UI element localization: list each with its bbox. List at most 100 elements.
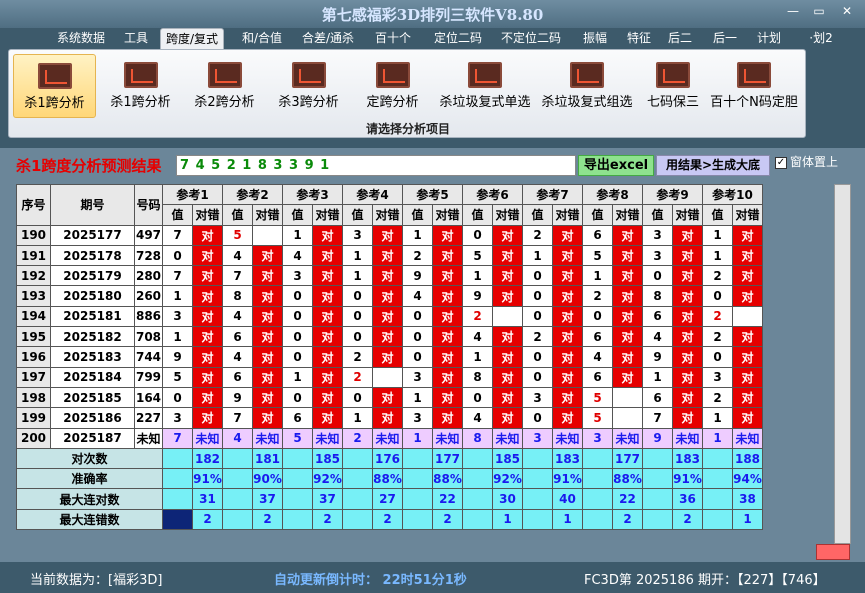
col-ref: 参考8	[582, 183, 643, 206]
col-ref: 参考4	[342, 183, 403, 206]
summary-spacer	[162, 468, 193, 490]
ribbon-button[interactable]: 杀1跨分析	[13, 54, 96, 118]
ribbon-button[interactable]: 杀1跨分析	[99, 54, 182, 118]
value-cell: 5	[162, 366, 193, 388]
summary-spacer	[222, 447, 253, 470]
value-cell: 0	[522, 305, 553, 328]
check-cell: 对	[672, 366, 703, 388]
check-cell: 对	[252, 265, 283, 287]
ribbon-button-label: 杀1跨分析	[24, 96, 85, 111]
summary-value: 27	[372, 488, 403, 510]
pending-row[interactable]: 200 2025187 未知 7 未知 4 未知 5 未知 2 未知 1 未知 8 未知 3 未知 3 未知 9 未知 1…	[16, 427, 763, 449]
menu-item[interactable]: 系统数据	[52, 28, 110, 49]
value-cell: 4	[282, 244, 313, 267]
summary-value: 2	[672, 508, 703, 531]
summary-value: 37	[312, 488, 343, 510]
table-row[interactable]: 197 2025184 799 5 对 6 对 1 对 2 3 对 8 对 0 对 6 对 1 对 3 对	[16, 366, 763, 388]
check-cell: 对	[432, 305, 463, 328]
table-row[interactable]: 190 2025177 497 7 对 5 1 对 3 对 1 对 0 对 2 对 6 对 3 对 1 对	[16, 224, 763, 246]
table-row[interactable]: 192 2025179 280 7 对 7 对 3 对 1 对 9 对 1 对 0 对 1 对 0 对 2 对	[16, 265, 763, 287]
vertical-scrollbar[interactable]	[834, 184, 851, 544]
value-cell: 1	[642, 366, 673, 388]
generate-base-button[interactable]: 用结果>生成大底	[656, 155, 770, 176]
col-value: 值	[282, 204, 313, 226]
menu-item[interactable]: 和/合值	[236, 28, 288, 49]
menu-item[interactable]: 跨度/复式	[160, 28, 224, 49]
value-cell: 0	[162, 244, 193, 267]
check-cell: 对	[312, 366, 343, 388]
check-cell: 对	[612, 305, 643, 328]
check-cell: 对	[552, 285, 583, 307]
table-row[interactable]: 191 2025178 728 0 对 4 对 4 对 1 对 2 对 5 对 1 对 5 对 3 对 1 对	[16, 244, 763, 267]
col-check: 对错	[252, 204, 283, 226]
menu-item[interactable]: 百十个	[370, 28, 416, 49]
window-title: 第七感福彩3D排列三软件V8.80	[321, 6, 544, 24]
summary-value: 91%	[552, 468, 583, 490]
minimize-icon[interactable]: —	[782, 3, 804, 19]
table-row[interactable]: 193 2025180 260 1 对 8 对 0 对 0 对 4 对 9 对 0 对 2 对 8 对 0 对	[16, 285, 763, 307]
summary-value: 1	[552, 508, 583, 531]
value-cell: 3	[642, 224, 673, 246]
table-row[interactable]: 199 2025186 227 3 对 7 对 6 对 1 对 3 对 4 对 0 对 5 7 对 1 对	[16, 407, 763, 429]
menu-item[interactable]: 计划	[752, 28, 786, 49]
ribbon-button[interactable]: 七码保三	[639, 54, 707, 118]
value-cell: 7	[642, 407, 673, 429]
table-row[interactable]: 194 2025181 886 3 对 4 对 0 对 0 对 0 对 2 0 对 0 对 6 对 2	[16, 305, 763, 328]
ribbon-button[interactable]: 定跨分析	[351, 54, 434, 118]
ribbon-button[interactable]: 百十个N码定胆	[709, 54, 799, 118]
table-row[interactable]: 196 2025183 744 9 对 4 对 0 对 2 对 0 对 1 对 0 对 4 对 9 对 0 对	[16, 346, 763, 368]
menu-item[interactable]: 特征	[620, 28, 658, 49]
summary-spacer	[282, 468, 313, 490]
checkbox-icon[interactable]: ✓	[775, 156, 787, 169]
menu-item[interactable]: 定位二码	[428, 28, 488, 49]
value-cell: 6	[222, 326, 253, 348]
value-cell: 5	[582, 386, 613, 409]
value-cell: 4	[222, 244, 253, 267]
check-cell: 未知	[432, 427, 463, 449]
value-cell: 1	[402, 386, 433, 409]
window-ontop-checkbox[interactable]: ✓ 窗体置上	[775, 155, 838, 169]
ribbon-button[interactable]: 杀2跨分析	[183, 54, 266, 118]
scroll-indicator[interactable]	[816, 544, 850, 560]
value-cell: 1	[162, 285, 193, 307]
status-bar: 当前数据为：[福彩3D] 自动更新倒计时： 22时51分1秒 FC3D第 202…	[0, 562, 865, 593]
menu-item[interactable]: 合差/通杀	[296, 28, 360, 49]
value-cell: 2	[522, 326, 553, 348]
value-cell: 7	[222, 265, 253, 287]
ribbon-button[interactable]: 杀3跨分析	[267, 54, 350, 118]
ribbon-button-label: 七码保三	[646, 95, 699, 110]
menu-item[interactable]: 工具	[118, 28, 154, 49]
summary-spacer	[402, 488, 433, 510]
value-cell: 0	[342, 386, 373, 409]
check-cell: 对	[372, 224, 403, 246]
ribbon-group-caption: 请选择分析项目	[365, 122, 450, 136]
export-excel-button[interactable]: 导出excel	[578, 155, 654, 176]
ribbon-button[interactable]: 杀垃圾复式组选	[537, 54, 637, 118]
col-ref: 参考9	[642, 183, 703, 206]
value-cell: 3	[162, 305, 193, 328]
value-cell: 4	[642, 326, 673, 348]
value-cell: 1	[282, 366, 313, 388]
code-cell: 164	[134, 386, 163, 409]
menu-item[interactable]: 后二	[664, 28, 696, 49]
table-row[interactable]: 198 2025185 164 0 对 9 对 0 对 0 对 1 对 0 对 3 对 5 6 对 2 对	[16, 386, 763, 409]
seq-cell: 200	[16, 427, 51, 449]
table-row[interactable]: 195 2025182 708 1 对 6 对 0 对 0 对 0 对 4 对 2 对 6 对 4 对 2 对	[16, 326, 763, 348]
menu-item[interactable]: 后一	[708, 28, 742, 49]
summary-value: 91%	[672, 468, 703, 490]
close-icon[interactable]: ✕	[836, 3, 858, 19]
code-cell: 708	[134, 326, 163, 348]
menu-item[interactable]: 振幅	[576, 28, 614, 49]
summary-spacer	[342, 508, 373, 531]
menu-item[interactable]: 不定位二码	[494, 28, 568, 49]
ribbon-button[interactable]: 杀垃圾复式单选	[435, 54, 535, 118]
summary-value: 176	[372, 447, 403, 470]
ontop-label: 窗体置上	[790, 155, 839, 169]
maximize-icon[interactable]: ▭	[808, 3, 830, 19]
summary-spacer	[342, 468, 373, 490]
result-values-field[interactable]: 7 4 5 2 1 8 3 3 9 1	[176, 155, 576, 176]
menu-item[interactable]: ·划2	[806, 28, 836, 49]
check-cell: 对	[552, 407, 583, 429]
summary-value: 92%	[312, 468, 343, 490]
summary-spacer	[162, 488, 193, 510]
